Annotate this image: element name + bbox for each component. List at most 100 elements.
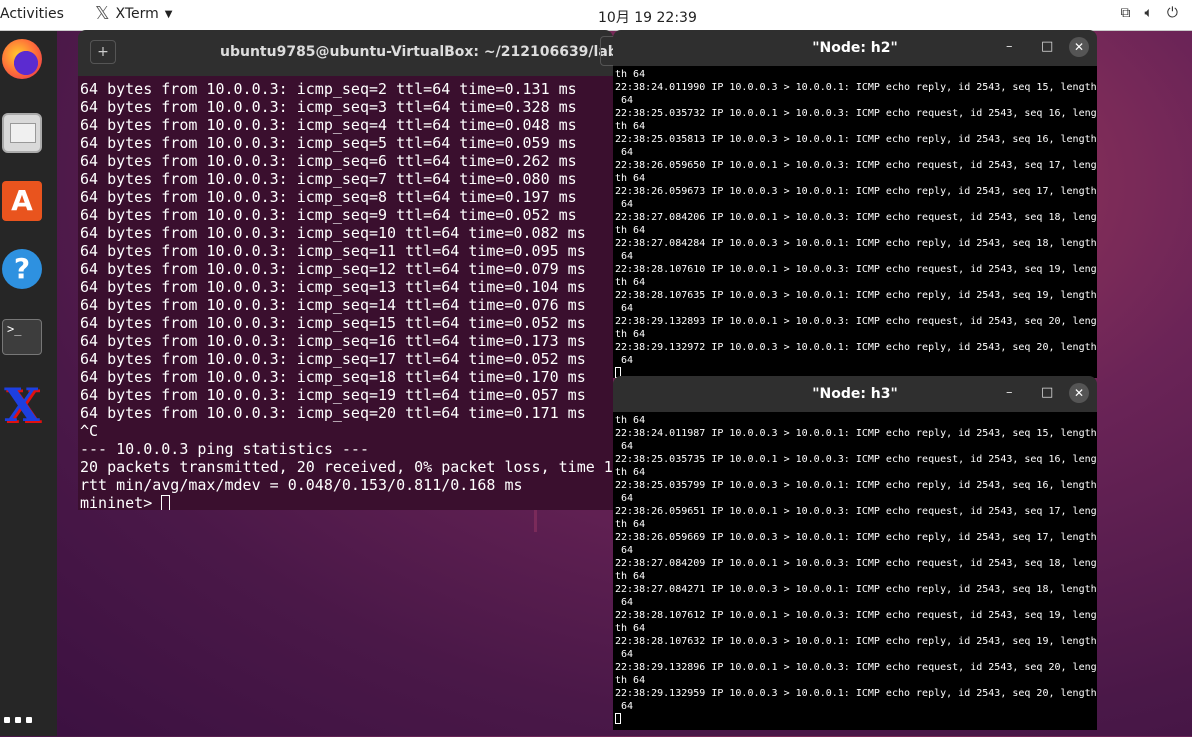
main-terminal-body[interactable]: 64 bytes from 10.0.0.3: icmp_seq=2 ttl=6… (78, 76, 613, 510)
output-line: 64 bytes from 10.0.0.3: icmp_seq=4 ttl=6… (80, 116, 577, 134)
output-line: 20 packets transmitted, 20 received, 0% … (80, 458, 613, 476)
files-icon[interactable] (0, 111, 44, 155)
output-line: 64 (615, 147, 634, 158)
minimize-button[interactable]: – (1006, 385, 1013, 400)
output-line: th 64 (615, 121, 646, 132)
output-line: 64 bytes from 10.0.0.3: icmp_seq=12 ttl=… (80, 260, 586, 278)
main-terminal-titlebar[interactable]: + ubuntu9785@ubuntu-VirtualBox: ~/212106… (78, 30, 628, 76)
output-line: 22:38:28.107610 IP 10.0.0.1 > 10.0.0.3: … (615, 264, 1097, 275)
output-line: th 64 (615, 69, 646, 80)
output-line: 22:38:25.035732 IP 10.0.0.1 > 10.0.0.3: … (615, 108, 1097, 119)
new-tab-icon[interactable]: + (90, 40, 116, 64)
show-apps-icon[interactable] (4, 717, 40, 737)
output-line: 22:38:27.084209 IP 10.0.0.1 > 10.0.0.3: … (615, 558, 1097, 569)
clock[interactable]: 10月 19 22:39 (598, 7, 697, 27)
close-button[interactable]: ✕ (1069, 37, 1089, 57)
caret-down-icon: ▼ (164, 8, 173, 20)
output-line: th 64 (615, 173, 646, 184)
output-line: th 64 (615, 519, 646, 530)
minimize-button[interactable]: – (1006, 39, 1013, 54)
output-line: th 64 (615, 277, 646, 288)
output-line: 64 bytes from 10.0.0.3: icmp_seq=17 ttl=… (80, 350, 586, 368)
output-line: 64 (615, 355, 634, 366)
output-line: 64 (615, 701, 634, 712)
output-line: 64 (615, 303, 634, 314)
app-menu[interactable]: 𝕏 XTerm ▼ (95, 5, 173, 23)
xterm-icon[interactable]: X (0, 382, 44, 428)
node-h2-output: th 64 22:38:24.011990 IP 10.0.0.3 > 10.0… (613, 66, 1097, 378)
dock: A ? >_ X (0, 31, 57, 736)
output-line: 64 bytes from 10.0.0.3: icmp_seq=5 ttl=6… (80, 134, 577, 152)
output-line: th 64 (615, 329, 646, 340)
text-cursor (161, 495, 171, 510)
output-line: th 64 (615, 225, 646, 236)
maximize-button[interactable]: □ (1041, 39, 1053, 54)
output-line: 64 bytes from 10.0.0.3: icmp_seq=19 ttl=… (80, 386, 586, 404)
output-line: 22:38:28.107635 IP 10.0.0.3 > 10.0.0.1: … (615, 290, 1097, 301)
system-tray[interactable]: ⧉ 🔈︎ ⏻ (1121, 5, 1178, 21)
maximize-button[interactable]: □ (1041, 385, 1053, 400)
output-line: 64 bytes from 10.0.0.3: icmp_seq=3 ttl=6… (80, 98, 577, 116)
node-h2-body[interactable]: th 64 22:38:24.011990 IP 10.0.0.3 > 10.0… (613, 66, 1097, 378)
output-line: 64 (615, 251, 634, 262)
text-cursor (615, 713, 621, 724)
main-terminal-title: ubuntu9785@ubuntu-VirtualBox: ~/21210663… (220, 44, 628, 60)
volume-icon[interactable]: 🔈︎ (1145, 5, 1153, 21)
output-line: 22:38:27.084271 IP 10.0.0.3 > 10.0.0.1: … (615, 584, 1097, 595)
node-h2-title: "Node: h2" (812, 40, 898, 56)
output-line: th 64 (615, 675, 646, 686)
output-line: 22:38:28.107632 IP 10.0.0.3 > 10.0.0.1: … (615, 636, 1097, 647)
terminal-icon[interactable]: >_ (0, 315, 44, 359)
output-line: 64 bytes from 10.0.0.3: icmp_seq=10 ttl=… (80, 224, 586, 242)
node-h3-output: th 64 22:38:24.011987 IP 10.0.0.3 > 10.0… (613, 412, 1097, 726)
output-line: 22:38:29.132893 IP 10.0.0.1 > 10.0.0.3: … (615, 316, 1097, 327)
shell-prompt: mininet> (80, 494, 162, 510)
output-line: 22:38:28.107612 IP 10.0.0.1 > 10.0.0.3: … (615, 610, 1097, 621)
output-line: 64 bytes from 10.0.0.3: icmp_seq=15 ttl=… (80, 314, 586, 332)
main-terminal-window: + ubuntu9785@ubuntu-VirtualBox: ~/212106… (78, 30, 628, 510)
output-line: 64 bytes from 10.0.0.3: icmp_seq=18 ttl=… (80, 368, 586, 386)
output-line: --- 10.0.0.3 ping statistics --- (80, 440, 369, 458)
app-menu-label: XTerm (115, 6, 159, 22)
output-line: 64 bytes from 10.0.0.3: icmp_seq=16 ttl=… (80, 332, 586, 350)
output-line: 64 bytes from 10.0.0.3: icmp_seq=9 ttl=6… (80, 206, 577, 224)
output-line: 22:38:24.011990 IP 10.0.0.3 > 10.0.0.1: … (615, 82, 1097, 93)
output-line: 22:38:27.084284 IP 10.0.0.3 > 10.0.0.1: … (615, 238, 1097, 249)
output-line: 64 (615, 545, 634, 556)
output-line: 64 (615, 95, 634, 106)
node-h3-body[interactable]: th 64 22:38:24.011987 IP 10.0.0.3 > 10.0… (613, 412, 1097, 730)
power-icon[interactable]: ⏻ (1167, 5, 1178, 21)
help-icon[interactable]: ? (0, 247, 44, 291)
activities-button[interactable]: Activities (0, 6, 64, 22)
output-line: th 64 (615, 415, 646, 426)
xterm-logo-icon: 𝕏 (95, 3, 110, 24)
output-line: 64 (615, 597, 634, 608)
window-edge (534, 510, 537, 532)
output-line: 64 bytes from 10.0.0.3: icmp_seq=13 ttl=… (80, 278, 586, 296)
node-h3-title: "Node: h3" (812, 386, 898, 402)
node-h3-window: "Node: h3" – □ ✕ th 64 22:38:24.011987 I… (613, 376, 1097, 730)
output-line: rtt min/avg/max/mdev = 0.048/0.153/0.811… (80, 476, 523, 494)
output-line: 64 bytes from 10.0.0.3: icmp_seq=8 ttl=6… (80, 188, 577, 206)
software-icon[interactable]: A (0, 179, 44, 223)
output-line: 22:38:25.035813 IP 10.0.0.3 > 10.0.0.1: … (615, 134, 1097, 145)
output-line: 64 bytes from 10.0.0.3: icmp_seq=2 ttl=6… (80, 80, 577, 98)
output-line: 64 bytes from 10.0.0.3: icmp_seq=6 ttl=6… (80, 152, 577, 170)
output-line: 22:38:25.035799 IP 10.0.0.3 > 10.0.0.1: … (615, 480, 1097, 491)
output-line: th 64 (615, 571, 646, 582)
output-line: th 64 (615, 623, 646, 634)
node-h2-titlebar[interactable]: "Node: h2" – □ ✕ (613, 30, 1097, 66)
output-line: 22:38:26.059669 IP 10.0.0.3 > 10.0.0.1: … (615, 532, 1097, 543)
output-line: 64 (615, 649, 634, 660)
output-line: 64 bytes from 10.0.0.3: icmp_seq=11 ttl=… (80, 242, 586, 260)
close-button[interactable]: ✕ (1069, 383, 1089, 403)
output-line: 64 bytes from 10.0.0.3: icmp_seq=7 ttl=6… (80, 170, 577, 188)
output-line: 22:38:25.035735 IP 10.0.0.1 > 10.0.0.3: … (615, 454, 1097, 465)
output-line: 22:38:26.059673 IP 10.0.0.3 > 10.0.0.1: … (615, 186, 1097, 197)
firefox-icon[interactable] (0, 37, 44, 81)
node-h3-titlebar[interactable]: "Node: h3" – □ ✕ (613, 376, 1097, 412)
network-icon[interactable]: ⧉ (1121, 5, 1131, 21)
terminal-output: 64 bytes from 10.0.0.3: icmp_seq=2 ttl=6… (78, 76, 613, 510)
output-line: ^C (80, 422, 99, 440)
output-line: 22:38:26.059651 IP 10.0.0.1 > 10.0.0.3: … (615, 506, 1097, 517)
